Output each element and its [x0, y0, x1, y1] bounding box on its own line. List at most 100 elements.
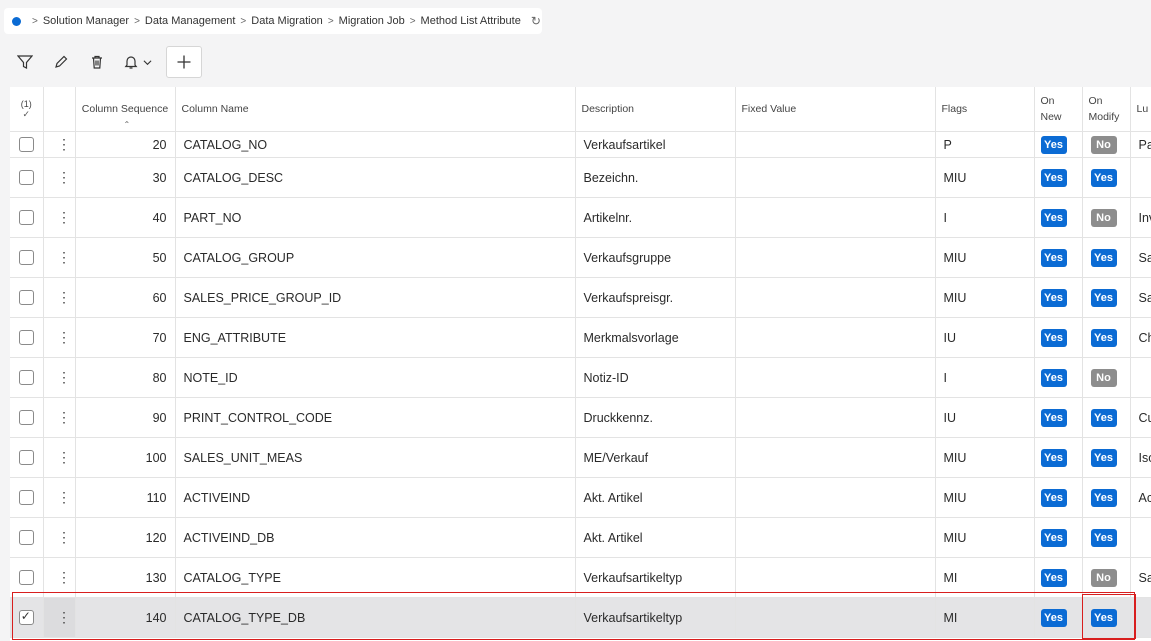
chevron-down-icon[interactable] [143, 58, 152, 67]
row-menu-cell[interactable]: ⋮ [43, 557, 76, 598]
breadcrumb-item-data-management[interactable]: Data Management [145, 15, 236, 27]
more-vertical-icon[interactable]: ⋮ [57, 330, 71, 344]
column-sequence-cell[interactable]: 70 [75, 317, 176, 358]
column-sequence-cell[interactable]: 140 [75, 597, 176, 638]
column-name-cell[interactable]: CATALOG_TYPE_DB [175, 597, 576, 638]
description-header[interactable]: Description [575, 87, 736, 132]
row-select-cell[interactable] [10, 477, 44, 518]
column-name-cell[interactable]: ACTIVEIND [175, 477, 576, 518]
column-name-cell[interactable]: PRINT_CONTROL_CODE [175, 397, 576, 438]
on-modify-cell[interactable]: No [1082, 131, 1131, 158]
on-new-cell[interactable]: Yes [1034, 357, 1083, 398]
column-sequence-cell[interactable]: 100 [75, 437, 176, 478]
column-name-cell[interactable]: NOTE_ID [175, 357, 576, 398]
row-select-cell[interactable] [10, 437, 44, 478]
on-new-cell[interactable]: Yes [1034, 597, 1083, 638]
flags-cell[interactable]: P [935, 131, 1035, 158]
on-modify-cell[interactable]: Yes [1082, 157, 1131, 198]
on-modify-cell[interactable]: Yes [1082, 477, 1131, 518]
table-row[interactable]: ⋮ 20CATALOG_NOVerkaufsartikel P Yes No Pa [10, 131, 1151, 158]
fixed-value-header[interactable]: Fixed Value [735, 87, 936, 132]
description-cell[interactable]: Akt. Artikel [575, 517, 736, 558]
column-name-cell[interactable]: SALES_UNIT_MEAS [175, 437, 576, 478]
fixed-value-cell[interactable] [735, 317, 936, 358]
on-modify-cell[interactable]: Yes [1082, 317, 1131, 358]
flags-cell[interactable]: IU [935, 397, 1035, 438]
flags-cell[interactable]: MI [935, 597, 1035, 638]
breadcrumb-item-migration-job[interactable]: Migration Job [339, 15, 405, 27]
fixed-value-cell[interactable] [735, 397, 936, 438]
on-new-cell[interactable]: Yes [1034, 131, 1083, 158]
row-menu-cell[interactable]: ⋮ [43, 131, 76, 158]
more-vertical-icon[interactable]: ⋮ [57, 370, 71, 384]
fixed-value-cell[interactable] [735, 437, 936, 478]
lu-cell[interactable]: Sa [1130, 237, 1151, 278]
flags-cell[interactable]: MI [935, 557, 1035, 598]
on-modify-cell[interactable]: No [1082, 357, 1131, 398]
select-all-header[interactable]: (1) ✓ [10, 87, 44, 132]
description-cell[interactable]: Akt. Artikel [575, 477, 736, 518]
row-menu-cell[interactable]: ⋮ [43, 197, 76, 238]
table-row[interactable]: ⋮ 140CATALOG_TYPE_DBVerkaufsartikeltyp MI Y… [10, 597, 1151, 638]
row-checkbox[interactable] [18, 410, 34, 426]
flags-cell[interactable]: MIU [935, 477, 1035, 518]
column-sequence-header[interactable]: Column Sequence ⌃ [75, 87, 176, 132]
row-select-cell[interactable] [10, 557, 44, 598]
description-cell[interactable]: Artikelnr. [575, 197, 736, 238]
fixed-value-cell[interactable] [735, 557, 936, 598]
more-vertical-icon[interactable]: ⋮ [57, 250, 71, 264]
row-menu-cell[interactable]: ⋮ [43, 277, 76, 318]
column-sequence-cell[interactable]: 110 [75, 477, 176, 518]
lu-cell[interactable]: Sa [1130, 557, 1151, 598]
row-select-cell[interactable] [10, 357, 44, 398]
lu-cell[interactable]: Cu [1130, 397, 1151, 438]
more-vertical-icon[interactable]: ⋮ [57, 210, 71, 224]
description-cell[interactable]: Notiz-ID [575, 357, 736, 398]
description-cell[interactable]: Verkaufsgruppe [575, 237, 736, 278]
column-name-cell[interactable]: PART_NO [175, 197, 576, 238]
on-modify-cell[interactable]: Yes [1082, 397, 1131, 438]
row-checkbox[interactable] [18, 330, 34, 346]
row-checkbox[interactable] [18, 370, 34, 386]
row-select-cell[interactable] [10, 237, 44, 278]
breadcrumb-item-solution-manager[interactable]: Solution Manager [43, 15, 129, 27]
breadcrumb-item-data-migration[interactable]: Data Migration [251, 15, 323, 27]
lu-cell[interactable]: Ac [1130, 477, 1151, 518]
delete-icon[interactable] [82, 47, 112, 77]
flags-cell[interactable]: MIU [935, 437, 1035, 478]
fixed-value-cell[interactable] [735, 197, 936, 238]
lu-cell[interactable]: Pa [1130, 131, 1151, 158]
row-checkbox[interactable] [18, 137, 34, 153]
more-vertical-icon[interactable]: ⋮ [57, 450, 71, 464]
more-vertical-icon[interactable]: ⋮ [57, 570, 71, 584]
column-sequence-cell[interactable]: 60 [75, 277, 176, 318]
on-modify-cell[interactable]: No [1082, 557, 1131, 598]
table-row[interactable]: ⋮ 80 NOTE_ID Notiz-ID I Yes No [10, 357, 1151, 398]
table-row[interactable]: ⋮ 30 CATALOG_DESC Bezeichn. MIU Yes Yes [10, 157, 1151, 198]
lu-cell[interactable] [1130, 597, 1151, 638]
on-new-header[interactable]: On New [1034, 87, 1083, 132]
row-checkbox[interactable] [18, 490, 34, 506]
on-modify-cell[interactable]: Yes [1082, 517, 1131, 558]
row-select-cell[interactable] [10, 197, 44, 238]
on-new-cell[interactable]: Yes [1034, 517, 1083, 558]
home-dot-icon[interactable] [12, 16, 21, 26]
column-name-cell[interactable]: CATALOG_TYPE [175, 557, 576, 598]
row-checkbox[interactable] [18, 570, 34, 586]
column-sequence-cell[interactable]: 90 [75, 397, 176, 438]
on-modify-header[interactable]: On Modify [1082, 87, 1131, 132]
fixed-value-cell[interactable] [735, 477, 936, 518]
description-cell[interactable]: ME/Verkauf [575, 437, 736, 478]
fixed-value-cell[interactable] [735, 157, 936, 198]
row-checkbox[interactable] [18, 250, 34, 266]
on-modify-cell[interactable]: Yes [1082, 437, 1131, 478]
more-vertical-icon[interactable]: ⋮ [57, 490, 71, 504]
filter-icon[interactable] [10, 47, 40, 77]
fixed-value-cell[interactable] [735, 277, 936, 318]
flags-cell[interactable]: MIU [935, 237, 1035, 278]
row-checkbox[interactable] [18, 450, 34, 466]
table-row[interactable]: ⋮ 130 CATALOG_TYPE Verkaufsartikeltyp MI Yes N… [10, 557, 1151, 598]
column-name-cell[interactable]: ACTIVEIND_DB [175, 517, 576, 558]
column-name-cell[interactable]: CATALOG_NO [175, 131, 576, 158]
lu-cell[interactable]: Ch [1130, 317, 1151, 358]
